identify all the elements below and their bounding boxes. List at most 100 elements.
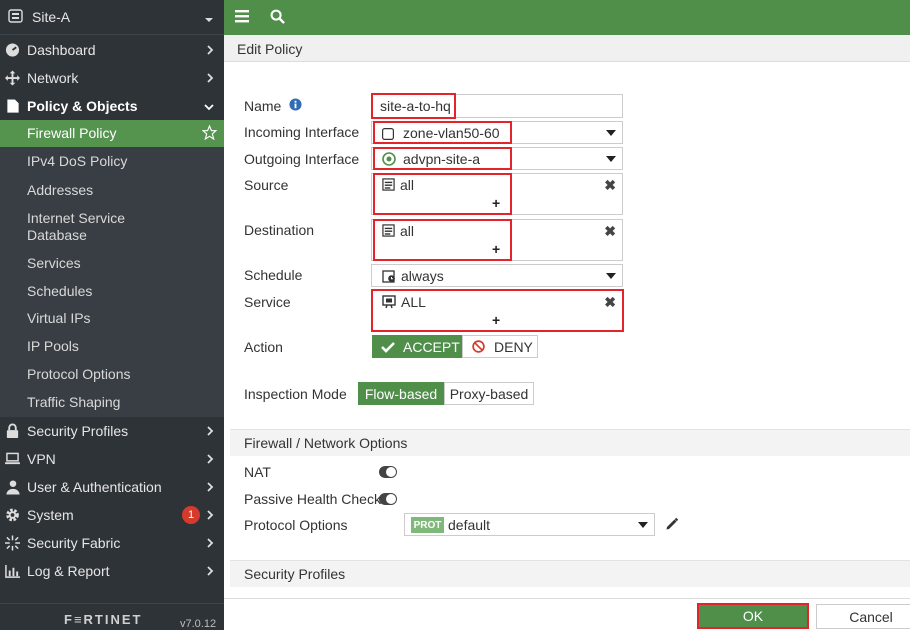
sidebar-item-label: Security Profiles [27, 423, 129, 439]
user-icon [5, 480, 20, 495]
outgoing-interface-label: Outgoing Interface [244, 151, 360, 167]
sidebar-item-vpn[interactable]: VPN [0, 445, 224, 473]
sidebar-item-traffic-shaping[interactable]: Traffic Shaping [0, 389, 224, 417]
network-icon [5, 70, 20, 86]
search-icon[interactable] [270, 9, 285, 27]
sidebar-item-label: Network [27, 70, 79, 86]
sidebar-item-ipv4-dos-policy[interactable]: IPv4 DoS Policy [0, 147, 224, 175]
hamburger-menu-icon[interactable] [235, 9, 249, 26]
sidebar-item-label: Services [27, 255, 81, 271]
source-highlight [373, 173, 512, 215]
sidebar-item-log-report[interactable]: Log & Report [0, 557, 224, 585]
accept-label: ACCEPT [403, 338, 460, 355]
fortigate-device-icon [8, 8, 24, 27]
sidebar-item-protocol-options[interactable]: Protocol Options [0, 361, 224, 389]
sidebar-item-label: Schedules [27, 283, 93, 299]
dropdown-arrow-icon [606, 129, 616, 136]
sidebar-item-ip-pools[interactable]: IP Pools [0, 333, 224, 361]
chevron-right-icon [206, 479, 214, 495]
sidebar-footer: F≡RTINET v7.0.12 [0, 603, 224, 630]
sidebar-item-security-fabric[interactable]: Security Fabric [0, 529, 224, 557]
schedule-select[interactable]: always [371, 264, 623, 287]
sidebar-item-label: System [27, 507, 74, 523]
laptop-icon [5, 452, 20, 467]
sidebar-item-user-authentication[interactable]: User & Authentication [0, 473, 224, 501]
page-title-bar: Edit Policy [224, 35, 910, 62]
sidebar-item-services[interactable]: Services [0, 249, 224, 277]
form-footer: OK Cancel [224, 598, 910, 630]
sidebar-item-label: Internet Service Database [27, 210, 126, 243]
accept-button[interactable]: ACCEPT [372, 335, 462, 358]
deny-button[interactable]: DENY [462, 335, 538, 358]
sidebar-item-system[interactable]: System 1 [0, 501, 224, 529]
chevron-right-icon [206, 42, 214, 58]
chevron-right-icon [206, 507, 214, 523]
incoming-interface-label: Incoming Interface [244, 124, 360, 140]
dashboard-icon [5, 43, 20, 58]
cancel-label: Cancel [849, 608, 893, 625]
remove-x-icon[interactable]: ✖ [604, 223, 616, 240]
chevron-right-icon [206, 451, 214, 467]
prot-badge: PROT [411, 517, 444, 533]
sidebar-item-network[interactable]: Network [0, 64, 224, 92]
gear-icon [5, 508, 20, 523]
protocol-options-select[interactable]: PROT default [404, 513, 655, 536]
sidebar-item-security-profiles[interactable]: Security Profiles [0, 417, 224, 445]
dropdown-arrow-icon [606, 155, 616, 162]
sidebar-item-label: Dashboard [27, 42, 96, 58]
proxy-based-button[interactable]: Proxy-based [444, 382, 534, 405]
nat-toggle[interactable] [379, 466, 397, 478]
sidebar-item-virtual-ips[interactable]: Virtual IPs [0, 305, 224, 333]
remove-x-icon[interactable]: ✖ [604, 177, 616, 194]
sidebar-item-addresses[interactable]: Addresses [0, 175, 224, 204]
fabric-icon [5, 535, 20, 551]
ok-button[interactable]: OK [697, 603, 809, 629]
sidebar-item-dashboard[interactable]: Dashboard [0, 36, 224, 64]
proxy-based-label: Proxy-based [449, 385, 529, 402]
sidebar-item-policy-objects[interactable]: Policy & Objects [0, 92, 224, 120]
sidebar-item-label: Security Fabric [27, 535, 121, 551]
sidebar-item-label: User & Authentication [27, 479, 162, 495]
destination-label: Destination [244, 222, 315, 238]
section-title: Firewall / Network Options [244, 435, 408, 451]
inspection-mode-label: Inspection Mode [244, 386, 347, 402]
sidebar-item-label: Log & Report [27, 563, 110, 579]
chevron-right-icon [206, 70, 214, 86]
calendar-icon [382, 269, 396, 286]
incoming-interface-highlight [373, 121, 512, 144]
sidebar-item-label: VPN [27, 451, 56, 467]
flow-based-button[interactable]: Flow-based [358, 382, 444, 405]
sidebar-item-label: Firewall Policy [27, 125, 117, 141]
flow-based-label: Flow-based [364, 385, 438, 402]
sidebar: Site-A Dashboard Network Policy & Object… [0, 0, 224, 630]
source-label: Source [244, 177, 289, 193]
sidebar-item-label: IP Pools [27, 338, 79, 354]
sidebar-item-internet-service-database[interactable]: Internet Service Database [0, 204, 224, 249]
cancel-button[interactable]: Cancel [816, 604, 910, 629]
action-label: Action [244, 339, 283, 355]
chevron-down-icon [204, 12, 214, 28]
nat-label: NAT [244, 464, 271, 480]
dropdown-arrow-icon [606, 272, 616, 279]
checkmark-icon [381, 341, 395, 353]
protocol-options-label: Protocol Options [244, 517, 348, 533]
section-title: Security Profiles [244, 566, 346, 582]
page-title: Edit Policy [237, 41, 303, 57]
sidebar-item-label: Traffic Shaping [27, 394, 121, 410]
sidebar-item-label: Virtual IPs [27, 310, 91, 326]
firmware-version: v7.0.12 [180, 618, 217, 630]
star-icon[interactable] [201, 124, 218, 143]
ok-label: OK [742, 608, 764, 624]
passive-health-check-toggle[interactable] [379, 493, 397, 505]
device-selector[interactable]: Site-A [0, 0, 224, 35]
fortinet-logo: F≡RTINET [64, 612, 143, 627]
name-label: Name [244, 98, 282, 114]
sidebar-item-label: Protocol Options [27, 366, 131, 382]
info-icon[interactable] [289, 98, 302, 114]
sidebar-item-schedules[interactable]: Schedules [0, 277, 224, 305]
security-profiles-header: Security Profiles [230, 560, 910, 587]
sidebar-item-firewall-policy[interactable]: Firewall Policy [0, 120, 224, 147]
edit-pencil-icon[interactable] [665, 517, 679, 534]
top-bar [224, 0, 910, 35]
sidebar-item-label: IPv4 DoS Policy [27, 153, 128, 169]
